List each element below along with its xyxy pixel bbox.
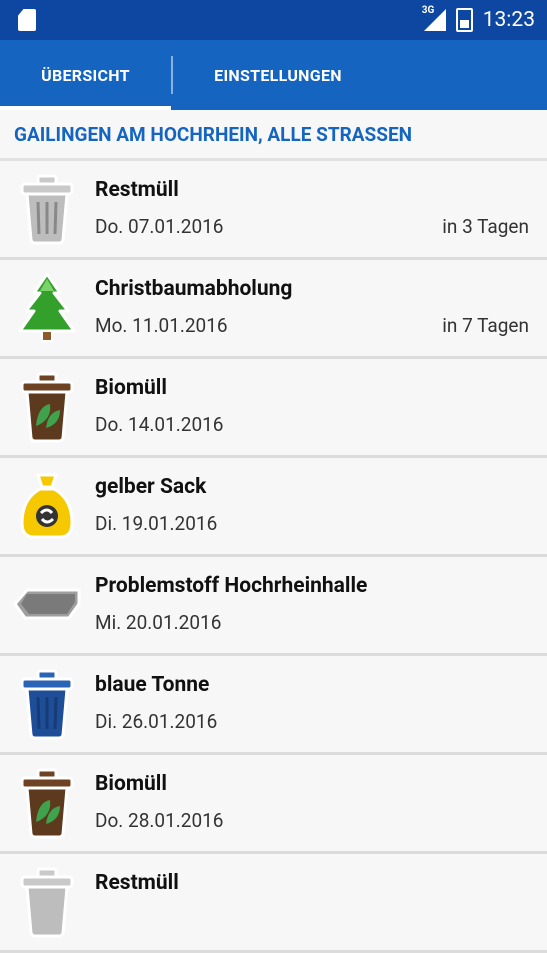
item-title: Restmüll: [95, 871, 179, 895]
list-item[interactable]: Restmüll: [0, 854, 547, 953]
clock: 13:23: [482, 8, 535, 32]
list-item[interactable]: gelber Sack Di. 19.01.2016: [0, 458, 547, 557]
gray-bin-icon: [12, 862, 82, 942]
location-header[interactable]: GAILINGEN AM HOCHRHEIN, ALLE STRASSEN: [0, 110, 547, 161]
item-title: Biomüll: [95, 376, 167, 400]
item-title: Restmüll: [95, 178, 179, 202]
item-title: gelber Sack: [95, 475, 207, 499]
item-title: Problemstoff Hochrheinhalle: [95, 574, 368, 598]
item-date: Do. 14.01.2016: [95, 413, 224, 436]
container-icon: [12, 565, 82, 645]
list-item[interactable]: Biomüll Do. 14.01.2016: [0, 359, 547, 458]
status-bar: 3G 13:23: [0, 0, 547, 40]
list-item[interactable]: Restmüll Do. 07.01.2016 in 3 Tagen: [0, 161, 547, 260]
item-date: Mi. 20.01.2016: [95, 611, 222, 634]
item-date: Di. 19.01.2016: [95, 512, 218, 535]
item-date: Do. 07.01.2016: [95, 215, 224, 238]
christmas-tree-icon: [12, 268, 82, 348]
sd-card-icon: [18, 9, 36, 31]
item-relative: in 3 Tagen: [442, 215, 529, 238]
network-type: 3G: [421, 5, 435, 16]
list-item[interactable]: Christbaumabholung Mo. 11.01.2016 in 7 T…: [0, 260, 547, 359]
item-relative: in 7 Tagen: [442, 314, 529, 337]
item-date: Mo. 11.01.2016: [95, 314, 228, 337]
pickup-list: Restmüll Do. 07.01.2016 in 3 Tagen Chris…: [0, 161, 547, 953]
battery-icon: [455, 8, 473, 32]
brown-bin-icon: [12, 367, 82, 447]
tab-bar: ÜBERSICHT EINSTELLUNGEN: [0, 40, 547, 110]
gray-bin-icon: [12, 169, 82, 249]
item-title: Biomüll: [95, 772, 167, 796]
item-date: Di. 26.01.2016: [95, 710, 218, 733]
item-date: Do. 28.01.2016: [95, 809, 224, 832]
brown-bin-icon: [12, 763, 82, 843]
list-item[interactable]: Biomüll Do. 28.01.2016: [0, 755, 547, 854]
yellow-sack-icon: [12, 466, 82, 546]
tab-einstellungen[interactable]: EINSTELLUNGEN: [173, 40, 383, 110]
blue-bin-icon: [12, 664, 82, 744]
item-title: Christbaumabholung: [95, 277, 293, 301]
item-title: blaue Tonne: [95, 673, 210, 697]
list-item[interactable]: Problemstoff Hochrheinhalle Mi. 20.01.20…: [0, 557, 547, 656]
tab-uebersicht[interactable]: ÜBERSICHT: [0, 40, 171, 110]
signal-icon: 3G: [422, 5, 446, 31]
list-item[interactable]: blaue Tonne Di. 26.01.2016: [0, 656, 547, 755]
